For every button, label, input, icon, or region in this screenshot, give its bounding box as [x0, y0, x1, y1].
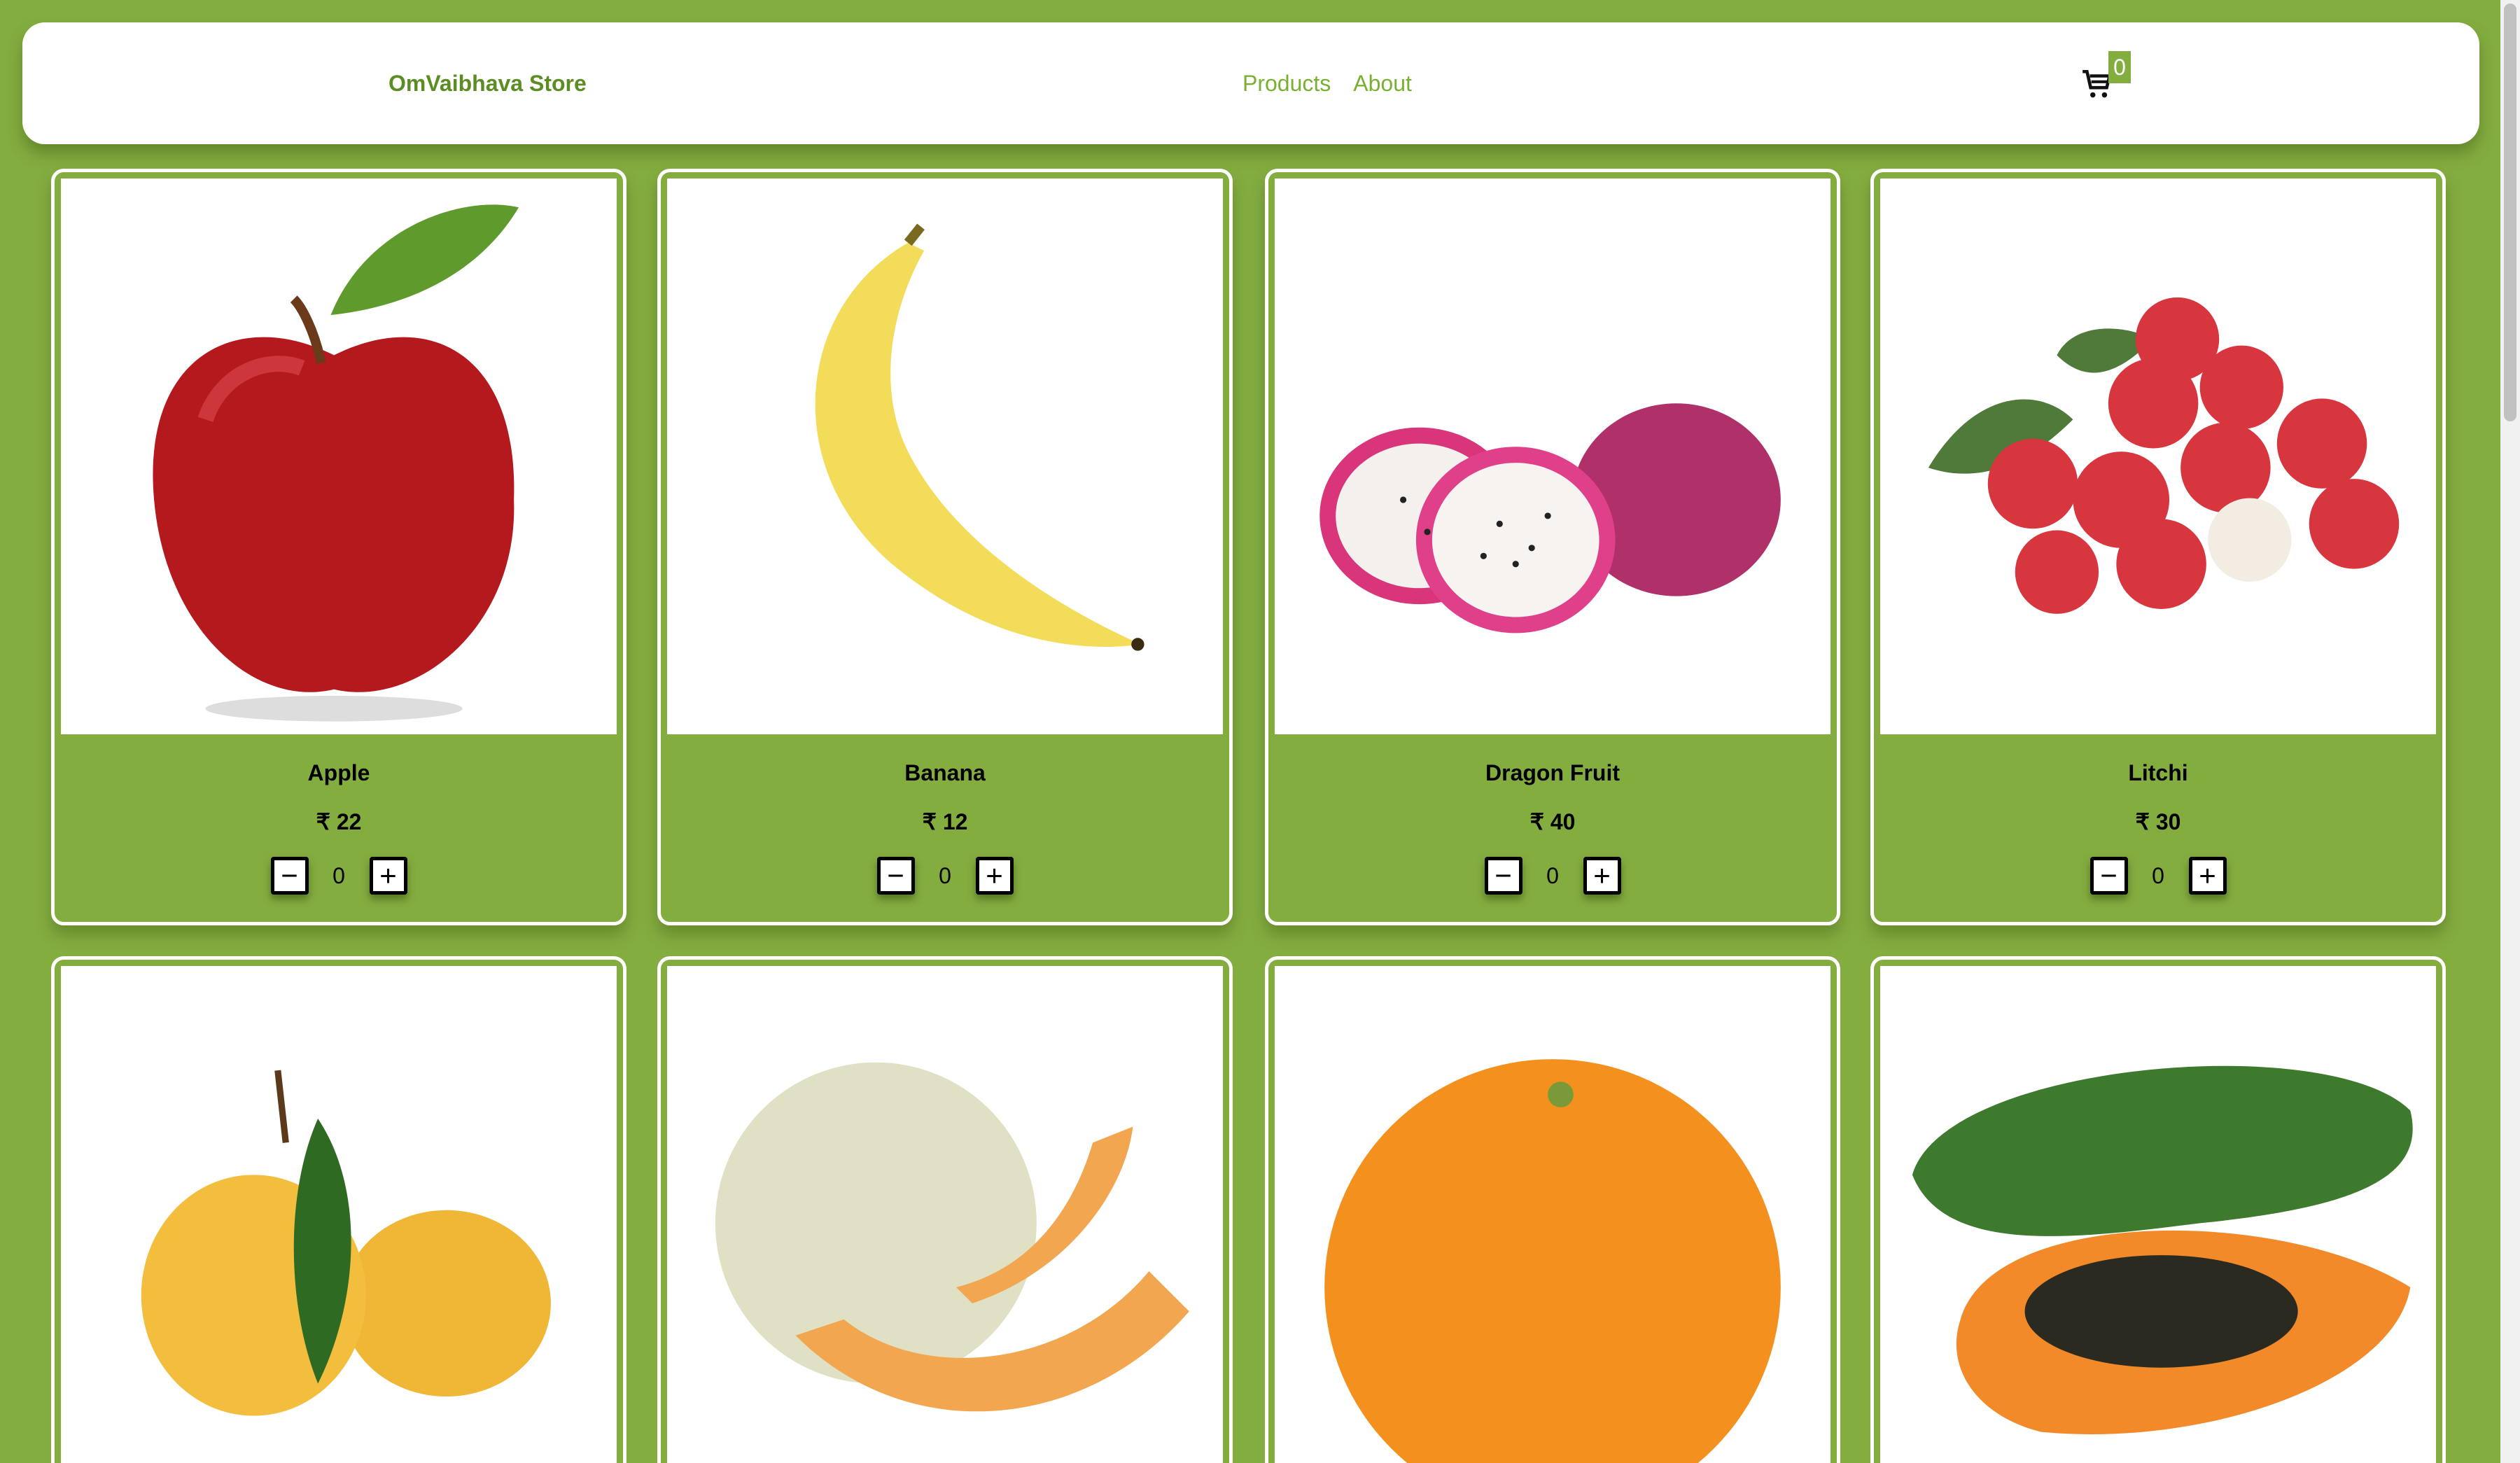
quantity-stepper: −0 +: [1268, 857, 1837, 895]
scrollbar[interactable]: [2500, 0, 2520, 1463]
cart-count-badge: 0: [2108, 51, 2131, 83]
product-image-dragon-fruit: [1275, 178, 1830, 734]
quantity-stepper: −0 +: [55, 857, 623, 895]
product-image-litchi: [1880, 178, 2436, 734]
quantity-stepper: −0 +: [1874, 857, 2442, 895]
increment-button[interactable]: +: [975, 857, 1014, 895]
product-price: ₹ 22: [316, 809, 362, 834]
increment-button[interactable]: +: [2188, 857, 2227, 895]
quantity-stepper: −0 +: [661, 857, 1229, 895]
increment-button[interactable]: +: [369, 857, 407, 895]
product-card: Apple ₹ 22 −0 +: [51, 169, 626, 925]
decrement-button[interactable]: −: [1484, 857, 1522, 895]
nav-products[interactable]: Products: [1242, 71, 1331, 96]
product-card: Litchi ₹ 30 −0 +: [1870, 169, 2446, 925]
product-price: ₹ 30: [2135, 809, 2181, 834]
product-card: [1265, 956, 1840, 1463]
product-image-banana: [667, 178, 1223, 734]
product-name: Dragon Fruit: [1485, 760, 1620, 785]
product-name: Banana: [904, 760, 986, 785]
product-card: [51, 956, 626, 1463]
decrement-button[interactable]: −: [2090, 857, 2128, 895]
store-brand[interactable]: OmVaibhava Store: [388, 71, 587, 97]
quantity-value: 0: [1546, 862, 1559, 888]
product-card: Banana ₹ 12 −0 +: [657, 169, 1233, 925]
product-card: [1870, 956, 2446, 1463]
product-image-melon: [667, 966, 1223, 1463]
scrollbar-thumb[interactable]: [2504, 4, 2516, 421]
increment-button[interactable]: +: [1583, 857, 1621, 895]
nav-about[interactable]: About: [1353, 71, 1412, 96]
decrement-button[interactable]: −: [876, 857, 915, 895]
product-card: Dragon Fruit ₹ 40 −0 +: [1265, 169, 1840, 925]
product-card: [657, 956, 1233, 1463]
product-image-apple: [61, 178, 617, 734]
quantity-value: 0: [939, 862, 951, 888]
decrement-button[interactable]: −: [270, 857, 309, 895]
header: OmVaibhava Store Products About 0: [22, 22, 2479, 144]
product-price: ₹ 12: [922, 809, 968, 834]
product-name: Litchi: [2128, 760, 2188, 785]
quantity-value: 0: [2152, 862, 2164, 888]
product-image-papaya: [1880, 966, 2436, 1463]
product-name: Apple: [307, 760, 370, 785]
product-price: ₹ 40: [1530, 809, 1576, 834]
product-image-mango: [61, 966, 617, 1463]
product-image-orange: [1275, 966, 1830, 1463]
quantity-value: 0: [332, 862, 345, 888]
nav: Products About: [1242, 71, 1434, 97]
